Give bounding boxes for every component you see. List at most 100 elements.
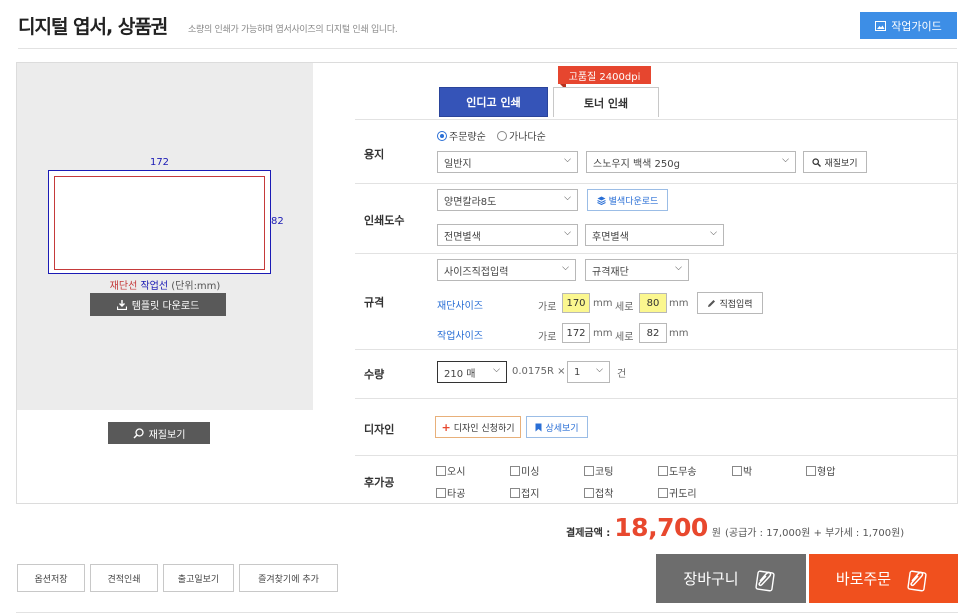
finishing-option[interactable]: 접지 (510, 485, 539, 500)
search-icon (133, 427, 144, 439)
page-title: 디지털 엽서, 상품권 (18, 16, 168, 38)
row-divider (355, 398, 958, 399)
sort-order-label: 주문량순 (449, 132, 486, 143)
order-now-button[interactable]: 바로주문 (809, 554, 958, 603)
work-guide-label: 작업가이드 (891, 19, 942, 33)
paperclip-icon (754, 570, 775, 591)
chevron-down-icon: ⌵ (596, 365, 603, 375)
finishing-option[interactable]: 오시 (436, 463, 465, 478)
add-favorite-button[interactable]: 즐겨찾기에 추가 (239, 564, 338, 592)
row-divider (355, 253, 958, 254)
save-option-button[interactable]: 옵션저장 (17, 564, 85, 592)
paper-stock-value: 스노우지 백색 250g (593, 158, 680, 170)
size-input-type-select[interactable]: 사이즈직접입력 ⌵ (437, 259, 576, 281)
price-unit: 원 (711, 528, 721, 539)
release-date-button[interactable]: 출고일보기 (163, 564, 234, 592)
chevron-down-icon: ⌵ (493, 365, 500, 375)
cut-type-value: 규격재단 (592, 266, 629, 278)
download-icon (116, 299, 127, 310)
finishing-option[interactable]: 귀도리 (658, 485, 697, 500)
chevron-down-icon: ⌵ (564, 228, 571, 238)
finishing-option-label: 타공 (447, 489, 466, 500)
checkbox-icon (658, 487, 668, 498)
cart-button[interactable]: 장바구니 (656, 554, 806, 603)
template-download-button[interactable]: 템플릿 다운로드 (90, 293, 226, 316)
preview-legend: 재단선 작업선 (단위:mm) (17, 277, 313, 292)
work-width-input[interactable]: 172 (562, 323, 590, 343)
finishing-option[interactable]: 형압 (806, 463, 835, 478)
back-spot-select[interactable]: 후면별색 ⌵ (585, 224, 724, 246)
total-price: 결제금액 : 18,700 원 (공급가 : 17,000원 + 부가세 : 1… (566, 513, 904, 542)
finishing-option-label: 박 (743, 467, 753, 478)
row-divider (355, 183, 958, 184)
paper-type-select[interactable]: 일반지 ⌵ (437, 151, 578, 173)
checkbox-icon (732, 465, 742, 476)
checkbox-icon (510, 465, 520, 476)
work-line-legend: 작업선 (140, 281, 169, 292)
cut-type-select[interactable]: 규격재단 ⌵ (585, 259, 689, 281)
sort-order-radio[interactable]: 주문량순 (437, 128, 486, 143)
spot-color-download-button[interactable]: 별색다운로드 (587, 189, 668, 211)
sheet-quantity-select[interactable]: 210 매 ⌵ (437, 361, 507, 383)
chevron-down-icon: ⌵ (710, 228, 717, 238)
cut-size-label: 재단사이즈 (437, 301, 483, 312)
quote-print-button[interactable]: 견적인쇄 (90, 564, 158, 592)
finishing-option-label: 귀도리 (669, 489, 697, 500)
design-apply-button[interactable]: + 디자인 신청하기 (435, 416, 521, 438)
copy-count-value: 1 (574, 366, 581, 378)
page-subtitle: 소량의 인쇄가 가능하며 엽서사이즈의 디지털 인쇄 입니다. (188, 25, 398, 35)
paper-stock-select[interactable]: 스노우지 백색 250g ⌵ (586, 151, 796, 173)
paper-view-button[interactable]: 재질보기 (803, 151, 867, 173)
copy-count-unit: 건 (617, 369, 627, 380)
row-divider (355, 455, 958, 456)
ream-rate-text: 0.0175R × (512, 366, 566, 377)
price-amount: 18,700 (614, 513, 708, 542)
cart-label: 장바구니 (683, 570, 739, 588)
design-label: 디자인 (364, 423, 395, 436)
image-icon (875, 20, 887, 31)
finishing-option[interactable]: 미싱 (510, 463, 539, 478)
bookmark-icon (535, 423, 542, 431)
template-download-label: 템플릿 다운로드 (131, 301, 200, 312)
plus-icon: + (441, 420, 451, 434)
paper-view-label: 재질보기 (824, 158, 858, 169)
price-breakdown: (공급가 : 17,000원 + 부가세 : 1,700원) (724, 528, 905, 539)
sheet-quantity-value: 210 매 (444, 368, 476, 380)
checkbox-icon (806, 465, 816, 476)
finishing-option[interactable]: 박 (732, 463, 752, 478)
finishing-option-label: 오시 (447, 467, 466, 478)
radio-empty-icon (497, 130, 507, 141)
finishing-option[interactable]: 코팅 (584, 463, 613, 478)
design-detail-button[interactable]: 상세보기 (526, 416, 588, 438)
tab-indigo-print[interactable]: 인디고 인쇄 (439, 87, 548, 117)
work-height-unit: mm (669, 328, 689, 339)
cut-line-legend: 재단선 (109, 281, 138, 292)
size-label: 규격 (364, 296, 385, 309)
paperclip-icon (907, 570, 927, 591)
paper-label: 용지 (364, 148, 385, 161)
finishing-option[interactable]: 접착 (584, 485, 613, 500)
color-mode-select[interactable]: 양면칼라8도 ⌵ (437, 189, 578, 211)
size-input-type-value: 사이즈직접입력 (444, 266, 509, 278)
finishing-label: 후가공 (364, 476, 395, 489)
copy-count-select[interactable]: 1 ⌵ (567, 361, 610, 383)
work-guide-button[interactable]: 작업가이드 (860, 12, 957, 39)
quantity-label: 수량 (364, 368, 385, 381)
cut-height-input[interactable]: 80 (639, 293, 667, 313)
work-height-input[interactable]: 82 (639, 323, 667, 343)
checkbox-icon (584, 465, 594, 476)
preview-material-button[interactable]: 재질보기 (108, 422, 210, 444)
direct-input-button[interactable]: 직접입력 (697, 292, 763, 314)
tab-toner-print[interactable]: 토너 인쇄 (553, 87, 659, 117)
sort-alpha-radio[interactable]: 가나다순 (497, 128, 546, 143)
checkbox-icon (436, 465, 446, 476)
front-spot-select[interactable]: 전면별색 ⌵ (437, 224, 578, 246)
cut-line-box (54, 176, 265, 270)
finishing-option[interactable]: 도무송 (658, 463, 697, 478)
finishing-option-label: 미싱 (521, 467, 540, 478)
preview-width-label: 172 (149, 157, 170, 168)
paper-type-value: 일반지 (444, 158, 472, 170)
finishing-option[interactable]: 타공 (436, 485, 465, 500)
cut-width-input[interactable]: 170 (562, 293, 590, 313)
high-quality-badge: 고품질 2400dpi (558, 66, 651, 90)
